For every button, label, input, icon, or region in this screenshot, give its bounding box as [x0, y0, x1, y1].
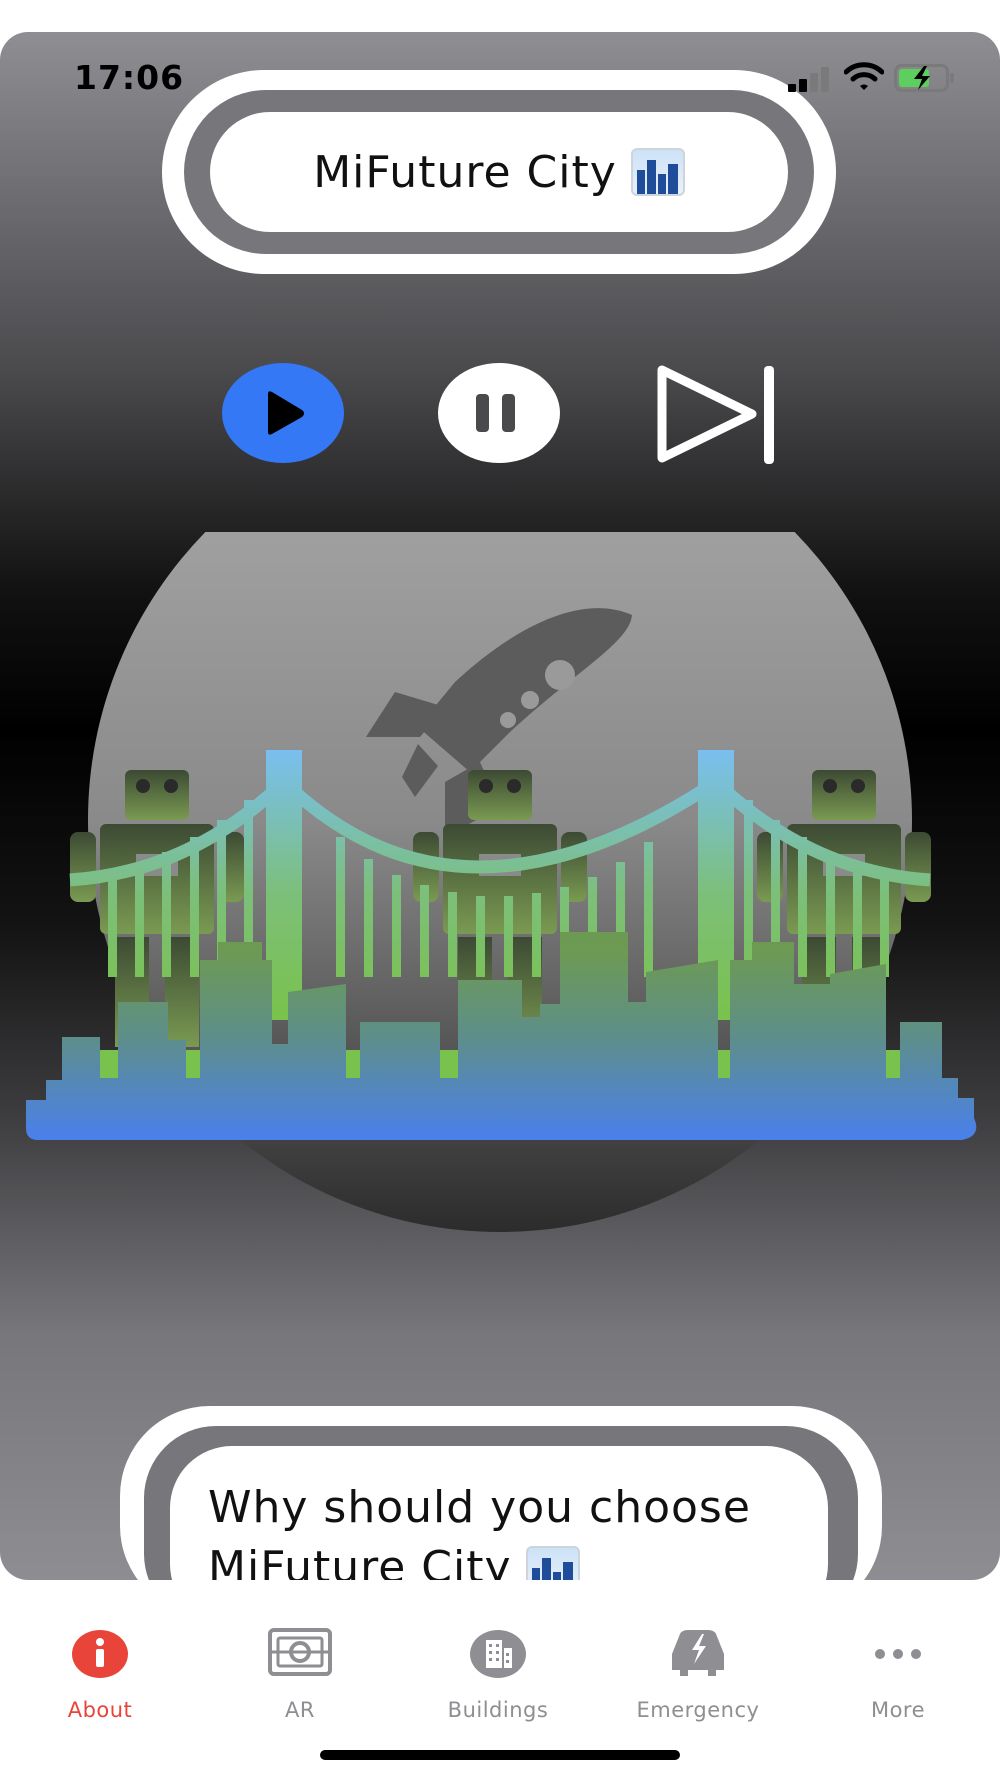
home-indicator [320, 1750, 680, 1760]
why-choose-pill[interactable]: Why should you choose MiFuture City [170, 1446, 828, 1580]
more-icon [875, 1649, 921, 1659]
why-choose-line-1: Why should you choose [208, 1482, 751, 1533]
app-title: MiFuture City [313, 146, 617, 198]
skip-forward-icon [657, 365, 757, 463]
tab-label: More [870, 1698, 926, 1722]
status-time: 17:06 [74, 58, 185, 97]
tab-more[interactable]: More [818, 1626, 978, 1736]
info-icon [72, 1630, 128, 1678]
tab-about[interactable]: About [20, 1626, 180, 1736]
why-choose-text: Why should you choose MiFuture City [208, 1478, 808, 1580]
battery-icon [894, 64, 954, 92]
play-button[interactable] [222, 362, 344, 464]
hero-illustration [26, 532, 977, 1232]
tab-label: Emergency [636, 1698, 760, 1722]
tab-bar: About AR Buildings Emergency More [0, 1582, 1000, 1778]
status-bar: 17:06 [0, 32, 1000, 122]
buildings-icon [470, 1630, 526, 1678]
tab-emergency[interactable]: Emergency [618, 1626, 778, 1736]
main-panel: 17:06 MiFuture City Why should you choos… [0, 32, 1000, 1580]
why-choose-card: Why should you choose MiFuture City [120, 1406, 882, 1580]
tab-ar[interactable]: AR [220, 1626, 380, 1736]
playback-controls [0, 362, 1000, 472]
signal-icon [788, 67, 829, 92]
wifi-icon [844, 62, 884, 90]
car-lightning-icon [672, 1630, 724, 1676]
why-choose-line-2-text: MiFuture City [208, 1542, 512, 1580]
ar-icon [268, 1628, 332, 1676]
skip-forward-button[interactable] [652, 362, 782, 468]
pause-button[interactable] [438, 362, 560, 464]
title-pill: MiFuture City [210, 112, 788, 232]
tab-buildings[interactable]: Buildings [418, 1626, 578, 1736]
tab-label: AR [285, 1698, 315, 1722]
tab-label: Buildings [447, 1698, 549, 1722]
why-choose-line-2: MiFuture City [208, 1538, 808, 1580]
why-choose-card-border: Why should you choose MiFuture City [144, 1426, 858, 1580]
pause-icon [476, 394, 489, 432]
tab-label: About [67, 1698, 133, 1722]
city-emoji-icon [525, 1546, 580, 1580]
city-emoji-icon [630, 148, 685, 196]
